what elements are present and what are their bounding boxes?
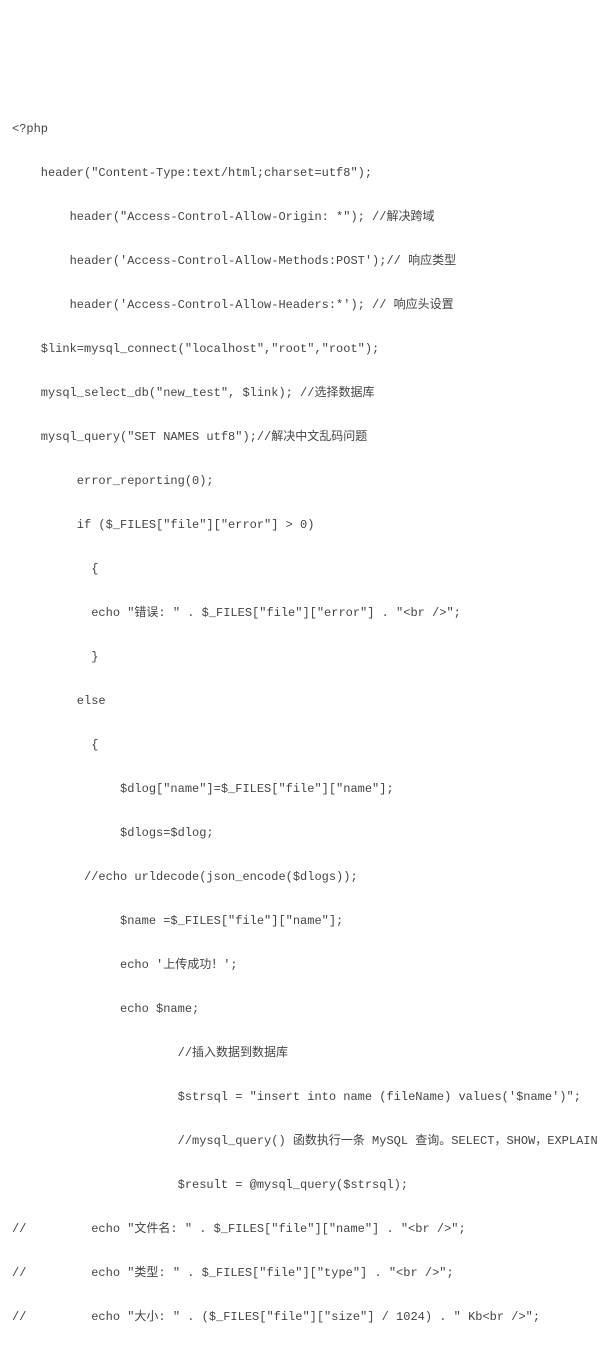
code-line: $dlog["name"]=$_FILES["file"]["name"]; [12, 778, 594, 800]
code-line: echo '上传成功！'; [12, 954, 594, 976]
code-line: header('Access-Control-Allow-Methods:POS… [12, 250, 594, 272]
code-line: $name =$_FILES["file"]["name"]; [12, 910, 594, 932]
code-line: //插入数据到数据库 [12, 1042, 594, 1064]
code-line: header("Access-Control-Allow-Origin: *")… [12, 206, 594, 228]
code-line: else [12, 690, 594, 712]
code-line: // echo "大小: " . ($_FILES["file"]["size"… [12, 1306, 594, 1328]
code-line: { [12, 734, 594, 756]
code-line: echo $name; [12, 998, 594, 1020]
code-line: header("Content-Type:text/html;charset=u… [12, 162, 594, 184]
code-line: } [12, 646, 594, 668]
code-line: // echo "文件名: " . $_FILES["file"]["name"… [12, 1218, 594, 1240]
code-line: mysql_query("SET NAMES utf8");//解决中文乱码问题 [12, 426, 594, 448]
code-line: $link=mysql_connect("localhost","root","… [12, 338, 594, 360]
code-line: <?php [12, 118, 594, 140]
code-line: { [12, 558, 594, 580]
code-line: mysql_select_db("new_test", $link); //选择… [12, 382, 594, 404]
code-line: header('Access-Control-Allow-Headers:*')… [12, 294, 594, 316]
code-line: $strsql = "insert into name (fileName) v… [12, 1086, 594, 1108]
code-line: //mysql_query() 函数执行一条 MySQL 查询。SELECT，S… [12, 1130, 594, 1152]
code-line: error_reporting(0); [12, 470, 594, 492]
code-block: <?php header("Content-Type:text/html;cha… [12, 96, 594, 1350]
code-line: echo "错误: " . $_FILES["file"]["error"] .… [12, 602, 594, 624]
code-line: $result = @mysql_query($strsql); [12, 1174, 594, 1196]
code-line: $dlogs=$dlog; [12, 822, 594, 844]
code-line: // echo "类型: " . $_FILES["file"]["type"]… [12, 1262, 594, 1284]
code-line: if ($_FILES["file"]["error"] > 0) [12, 514, 594, 536]
code-line: //echo urldecode(json_encode($dlogs)); [12, 866, 594, 888]
